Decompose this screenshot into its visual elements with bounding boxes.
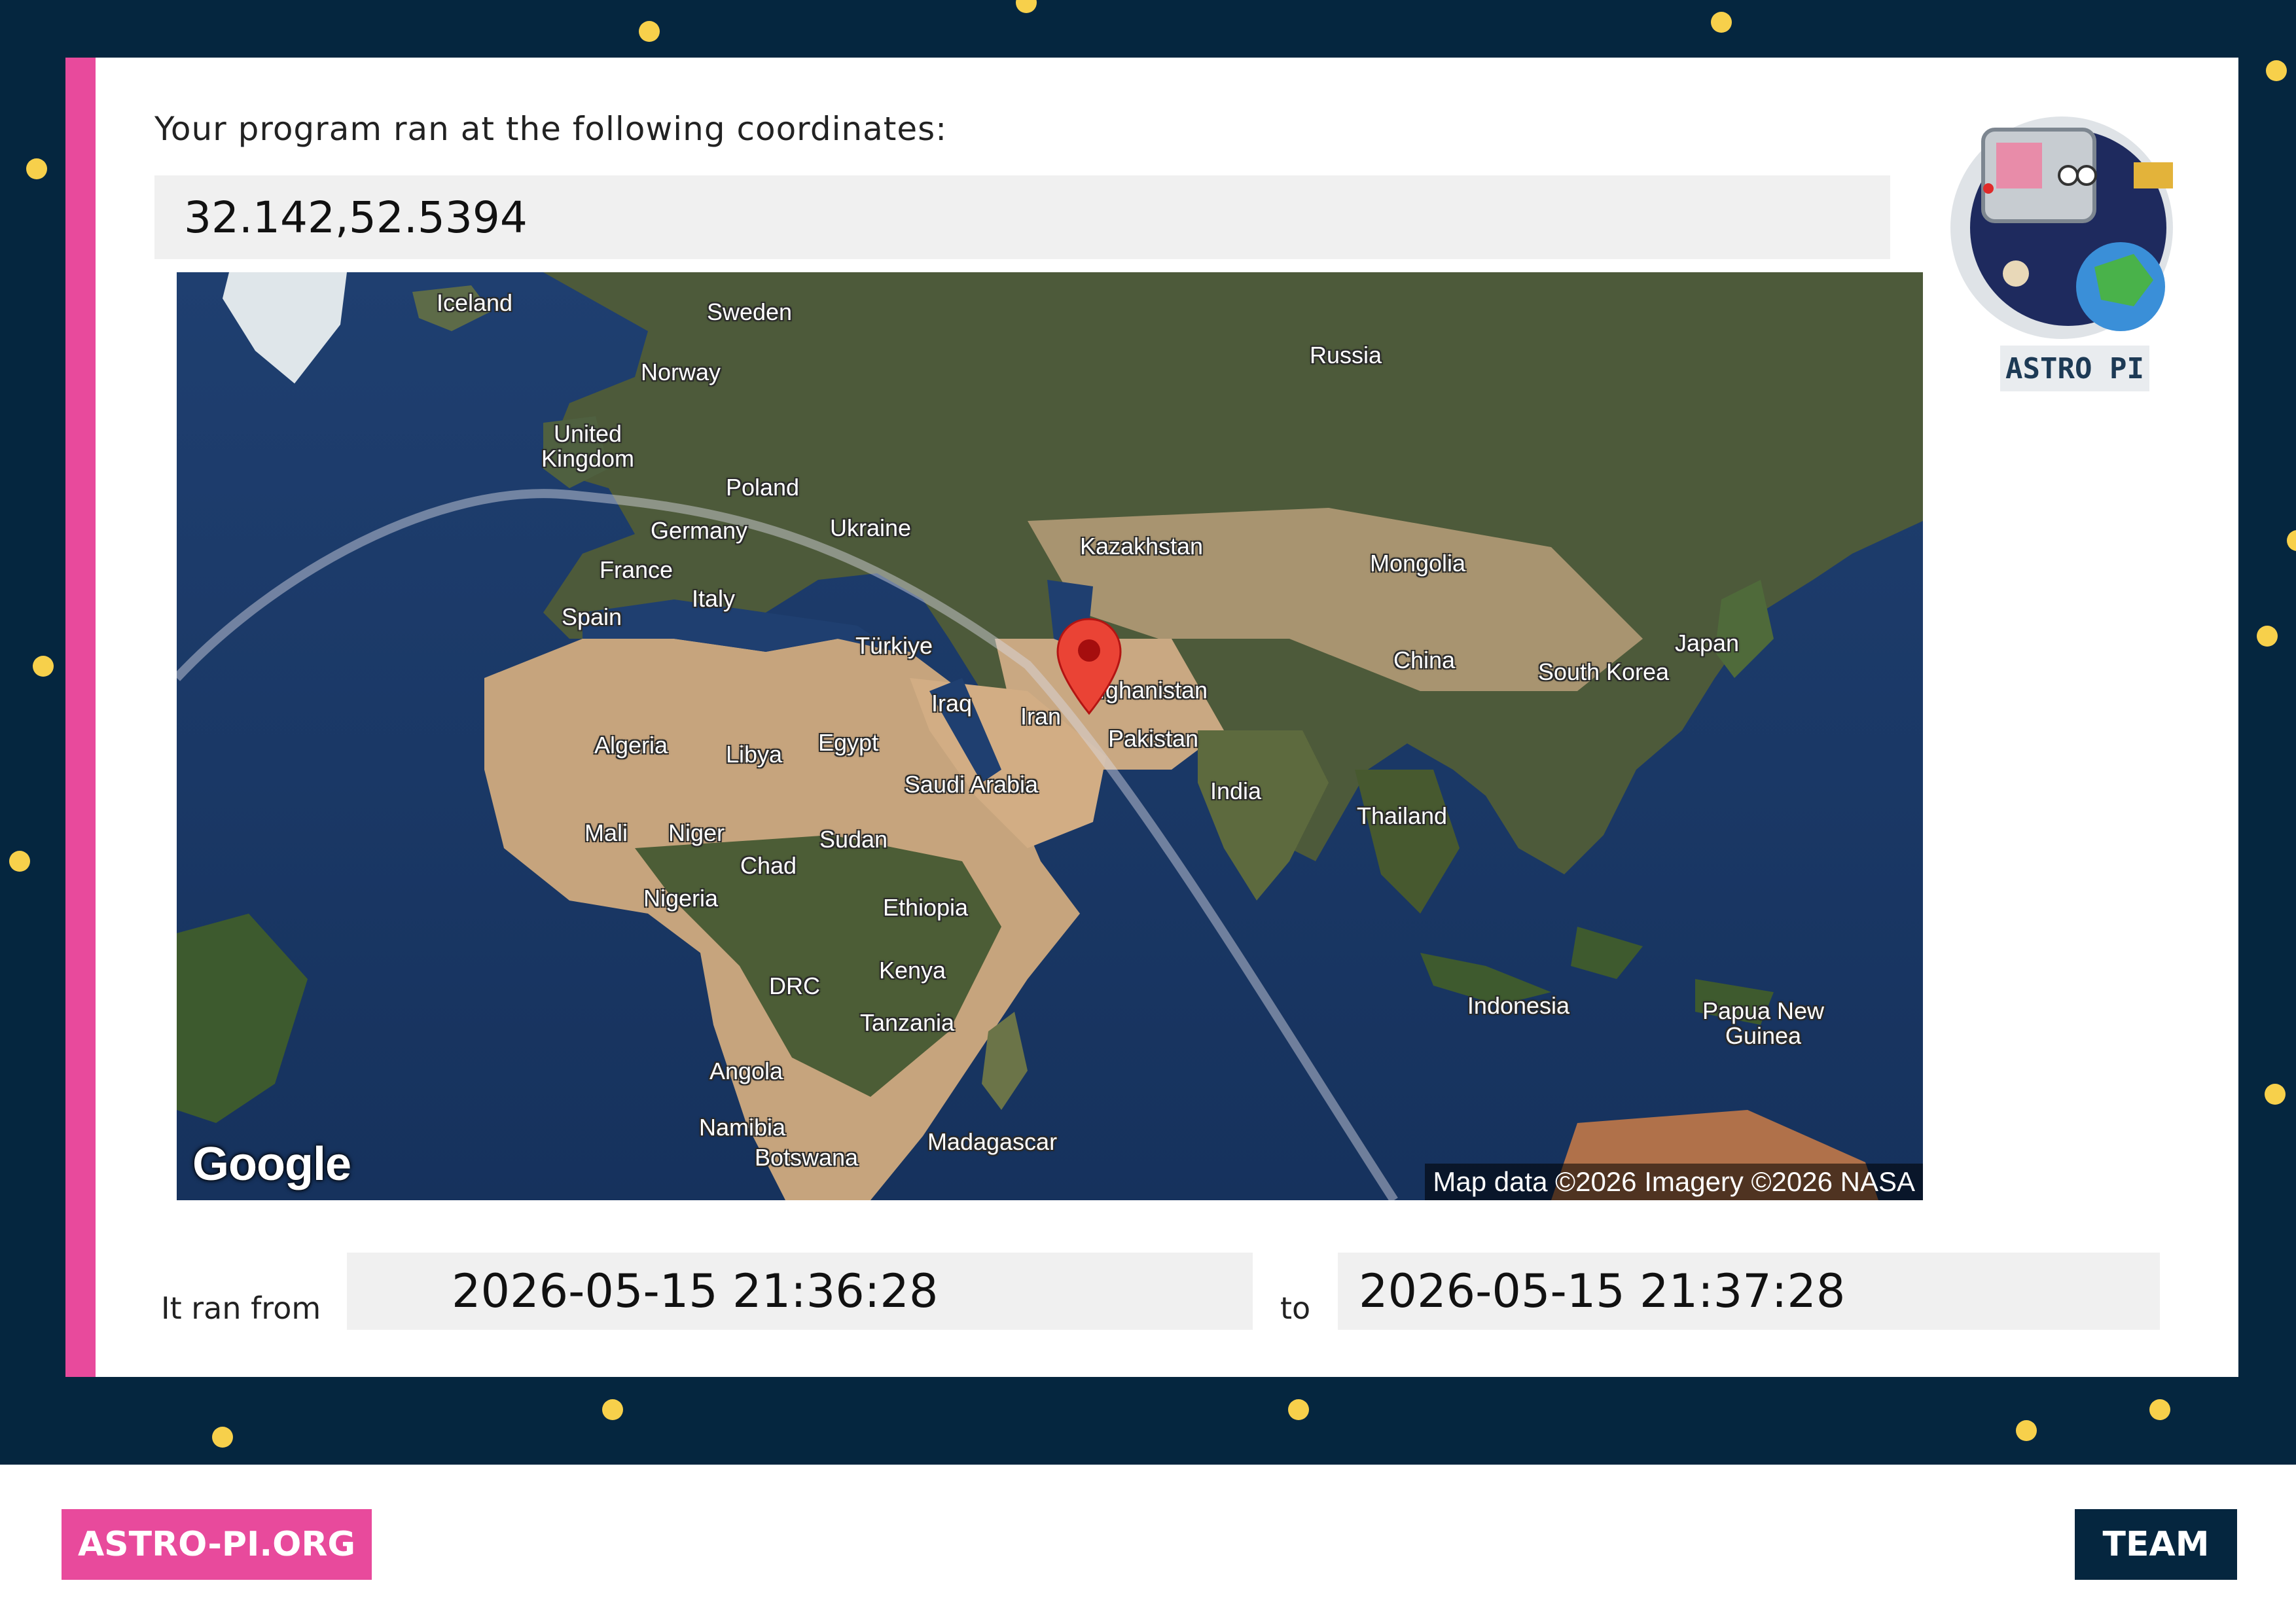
map-label-china: China [1393, 647, 1456, 673]
star-dot [26, 158, 47, 179]
map-label-kenya: Kenya [878, 957, 946, 984]
map-label-sudan: Sudan [819, 826, 888, 853]
star-dot [602, 1399, 623, 1420]
google-logo: Google [192, 1138, 351, 1190]
map-label-tanzania: Tanzania [859, 1009, 955, 1036]
map-label-ukraine: Ukraine [829, 514, 912, 541]
map-label-sweden: Sweden [706, 298, 793, 325]
coordinates-value: 32.142,52.5394 [184, 192, 528, 243]
map-label-india: India [1210, 777, 1262, 804]
star-dot [1288, 1399, 1309, 1420]
map-label-algeria: Algeria [594, 732, 668, 758]
coordinates-label: Your program ran at the following coordi… [154, 110, 948, 148]
star-dot [9, 851, 30, 872]
map-label-indonesia: Indonesia [1467, 992, 1570, 1019]
map-label-chad: Chad [740, 852, 797, 879]
map-label-united-kingdom: United Kingdom [541, 420, 635, 472]
ran-from-label: It ran from [161, 1291, 321, 1326]
to-label: to [1280, 1291, 1311, 1326]
coordinates-field: 32.142,52.5394 [154, 175, 1890, 259]
map-imagery [177, 272, 1923, 1200]
map-label-pakistan: Pakistan [1107, 725, 1199, 752]
world-map[interactable]: Iceland Sweden Norway United Kingdom Pol… [177, 272, 1923, 1200]
star-dot [2149, 1399, 2170, 1420]
star-dot [639, 21, 660, 42]
map-pin-icon[interactable] [1055, 618, 1123, 716]
map-label-saudi-arabia: Saudi Arabia [904, 771, 1039, 798]
footer-website-link[interactable]: ASTRO-PI.ORG [62, 1509, 372, 1580]
map-label-papua-new-guinea: Papua New Guinea [1702, 997, 1825, 1049]
map-label-nigeria: Nigeria [643, 885, 719, 912]
star-dot [33, 656, 54, 677]
map-label-angola: Angola [709, 1058, 783, 1084]
map-label-egypt: Egypt [817, 729, 879, 756]
map-label-kazakhstan: Kazakhstan [1079, 533, 1204, 560]
map-label-mongolia: Mongolia [1369, 550, 1466, 577]
map-label-ethiopia: Ethiopia [882, 894, 969, 921]
map-label-south-korea: South Korea [1537, 658, 1670, 685]
map-label-madagascar: Madagascar [927, 1128, 1058, 1155]
star-dot [2287, 530, 2296, 551]
map-label-niger: Niger [668, 819, 725, 846]
start-time-field: 2026-05-15 21:36:28 [347, 1253, 1253, 1330]
start-time-value: 2026-05-15 21:36:28 [452, 1264, 939, 1318]
map-label-iceland: Iceland [436, 289, 513, 316]
map-label-germany: Germany [650, 517, 748, 544]
map-label-italy: Italy [691, 585, 736, 612]
end-time-value: 2026-05-15 21:37:28 [1359, 1264, 1846, 1318]
map-label-mali: Mali [584, 819, 628, 846]
star-dot [2266, 60, 2287, 81]
map-label-libya: Libya [725, 741, 783, 768]
card-accent-bar [65, 58, 96, 1377]
star-dot [2265, 1084, 2286, 1105]
map-label-turkiye: Türkiye [855, 632, 933, 659]
astro-pi-logo-text: ASTRO PI [2000, 346, 2149, 391]
astro-pi-logo-icon [1950, 116, 2173, 339]
map-label-thailand: Thailand [1356, 802, 1448, 829]
map-label-japan: Japan [1674, 630, 1740, 656]
footer-team-badge: TEAM [2075, 1509, 2237, 1580]
map-label-france: France [599, 556, 673, 583]
star-dot [2016, 1420, 2037, 1441]
star-dot [1016, 0, 1037, 13]
star-dot [1711, 12, 1732, 33]
map-label-poland: Poland [725, 474, 800, 501]
result-card: Your program ran at the following coordi… [65, 58, 2238, 1377]
map-label-iraq: Iraq [931, 690, 973, 717]
map-label-norway: Norway [640, 359, 721, 385]
map-attribution[interactable]: Map data ©2026 Imagery ©2026 NASA [1425, 1164, 1923, 1200]
map-label-drc: DRC [769, 972, 820, 999]
map-label-russia: Russia [1309, 342, 1382, 368]
map-label-botswana: Botswana [754, 1144, 859, 1171]
map-label-namibia: Namibia [698, 1114, 786, 1141]
star-dot [2257, 626, 2278, 647]
end-time-field: 2026-05-15 21:37:28 [1338, 1253, 2160, 1330]
star-dot [212, 1427, 233, 1448]
map-label-spain: Spain [561, 603, 622, 630]
